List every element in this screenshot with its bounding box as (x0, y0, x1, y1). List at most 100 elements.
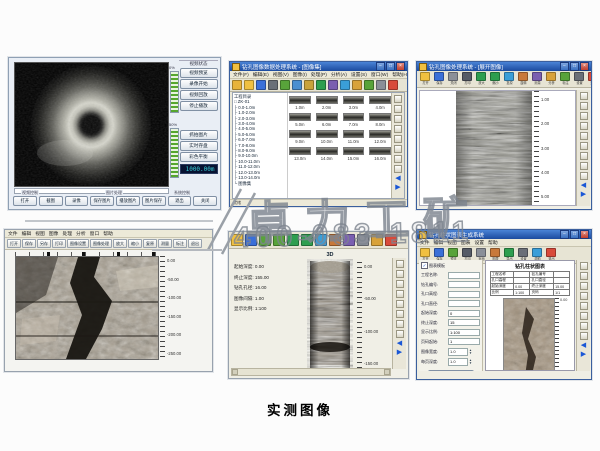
menu-item[interactable]: 视图 (447, 239, 457, 246)
toolbar-icon[interactable] (316, 80, 326, 90)
console-button[interactable]: 图片保存 (142, 196, 166, 206)
tool-button[interactable] (580, 152, 588, 160)
tool-button[interactable] (580, 322, 588, 330)
image-thumbnail[interactable]: 7.0m (343, 113, 365, 127)
toolbar-button[interactable]: 标注 (173, 239, 187, 248)
toolbar-button[interactable]: 旋转 (517, 72, 529, 86)
toolbar-icon[interactable] (371, 234, 383, 246)
tool-button[interactable] (580, 172, 588, 180)
next-page-icon[interactable]: ▶ (395, 184, 400, 191)
menu-item[interactable]: 图像(I) (293, 71, 307, 78)
tool-button[interactable] (394, 135, 402, 143)
field-input[interactable] (448, 329, 480, 336)
tool-button[interactable] (580, 272, 588, 280)
image-thumbnail[interactable]: 12.0m (369, 130, 391, 144)
menu-item[interactable]: 处理(P) (311, 71, 327, 78)
horizontal-scrollbar[interactable] (231, 368, 391, 376)
toolbar-icon[interactable] (232, 80, 242, 90)
console-button[interactable]: 打开 (13, 196, 37, 206)
toolbar-icon[interactable] (273, 234, 285, 246)
toolbar-button[interactable]: 测量 (531, 72, 543, 86)
prev-page-icon[interactable]: ◀ (397, 340, 402, 347)
image-thumbnail[interactable]: 15.0m (343, 147, 365, 161)
toolbar-icon[interactable] (328, 80, 338, 90)
toolbar-icon[interactable] (256, 80, 266, 90)
toolbar-icon[interactable] (259, 234, 271, 246)
tool-button[interactable] (396, 330, 404, 338)
spinner-down-icon[interactable]: ▼ (469, 362, 472, 365)
toolbar-icon[interactable] (343, 234, 355, 246)
toolbar-icon[interactable] (244, 80, 254, 90)
image-thumbnail[interactable]: 14.0m (316, 147, 338, 161)
toolbar-button[interactable]: 缩小 (128, 239, 142, 248)
image-thumbnail[interactable]: 9.0m (289, 130, 311, 144)
toolbar-icon[interactable] (340, 80, 350, 90)
tool-button[interactable] (396, 270, 404, 278)
toolbar-icon[interactable] (280, 80, 290, 90)
tree-item[interactable]: └ 图像集 (234, 181, 286, 186)
toolbar-button[interactable]: 缩小 (489, 72, 501, 86)
minimize-button[interactable]: − (560, 62, 569, 71)
menu-item[interactable]: 帮助 (103, 230, 113, 237)
toolbar-icon[interactable] (329, 234, 341, 246)
image-thumbnail[interactable]: 13.0m (289, 147, 311, 161)
toolbar-button[interactable]: 退出 (587, 72, 591, 86)
image-thumbnail[interactable]: 16.0m (369, 147, 391, 161)
spinner-value[interactable]: 1.0 (448, 358, 468, 366)
tool-button[interactable] (580, 122, 588, 130)
prev-page-icon[interactable]: ◀ (581, 182, 586, 189)
toolbar-icon[interactable] (388, 80, 398, 90)
toolbar-button[interactable]: 图像处理 (90, 239, 112, 248)
tool-button[interactable] (580, 92, 588, 100)
image-thumbnail[interactable]: 5.0m (289, 113, 311, 127)
menu-item[interactable]: 视图(V) (273, 71, 289, 78)
spinner-down-icon[interactable]: ▼ (469, 352, 472, 355)
title-bar[interactable]: 钻孔柱状图表生成系统 − □ × (417, 230, 591, 239)
toolbar-icon[interactable] (376, 80, 386, 90)
tool-button[interactable] (580, 292, 588, 300)
minimize-button[interactable]: − (376, 62, 385, 71)
tool-button[interactable] (580, 132, 588, 140)
toolbar-button[interactable]: 保存 (433, 72, 445, 86)
toolbar-button[interactable]: 关闭 (447, 72, 459, 86)
image-thumbnail[interactable]: 10.0m (316, 130, 338, 144)
toolbar-icon[interactable] (364, 80, 374, 90)
tool-button[interactable] (394, 165, 402, 173)
capture-control-button[interactable]: 彩色平衡 (180, 152, 218, 162)
field-input[interactable] (448, 338, 480, 345)
image-thumbnail[interactable]: 2.0m (316, 96, 338, 110)
toolbar-icon[interactable] (304, 80, 314, 90)
toolbar-icon[interactable] (385, 234, 397, 246)
tool-button[interactable] (396, 300, 404, 308)
video-control-button[interactable]: 停止播放 (180, 101, 218, 111)
toolbar-icon[interactable] (352, 80, 362, 90)
menu-item[interactable]: 处理 (62, 230, 72, 237)
field-input[interactable] (448, 272, 480, 279)
toolbar-icon[interactable] (287, 234, 299, 246)
tool-button[interactable] (580, 332, 588, 340)
toolbar-icon[interactable] (292, 80, 302, 90)
toolbar-button[interactable]: 复原 (143, 239, 157, 248)
tool-button[interactable] (580, 162, 588, 170)
menu-item[interactable]: 图像 (49, 230, 59, 237)
next-page-icon[interactable]: ▶ (581, 351, 586, 358)
toolbar-button[interactable]: 打印 (52, 239, 66, 248)
tool-button[interactable] (394, 115, 402, 123)
tool-button[interactable] (580, 112, 588, 120)
toolbar-button[interactable]: 设置 (573, 72, 585, 86)
toolbar-button[interactable]: 保存 (22, 239, 36, 248)
toolbar-button[interactable]: 退出 (188, 239, 202, 248)
image-thumbnail[interactable]: 8.0m (369, 113, 391, 127)
menu-item[interactable]: 视图 (35, 230, 45, 237)
video-control-button[interactable]: 视频预览 (180, 68, 218, 78)
tool-button[interactable] (394, 125, 402, 133)
menu-item[interactable]: 帮助 (488, 239, 498, 246)
console-button[interactable]: 退出 (168, 196, 192, 206)
console-button[interactable]: 播放图片 (116, 196, 140, 206)
field-input[interactable] (448, 310, 480, 317)
menu-item[interactable]: 编辑(E) (253, 71, 269, 78)
capture-control-button[interactable]: 抓拍图片 (180, 130, 218, 140)
tool-button[interactable] (396, 320, 404, 328)
tool-button[interactable] (394, 155, 402, 163)
next-page-icon[interactable]: ▶ (397, 349, 402, 356)
